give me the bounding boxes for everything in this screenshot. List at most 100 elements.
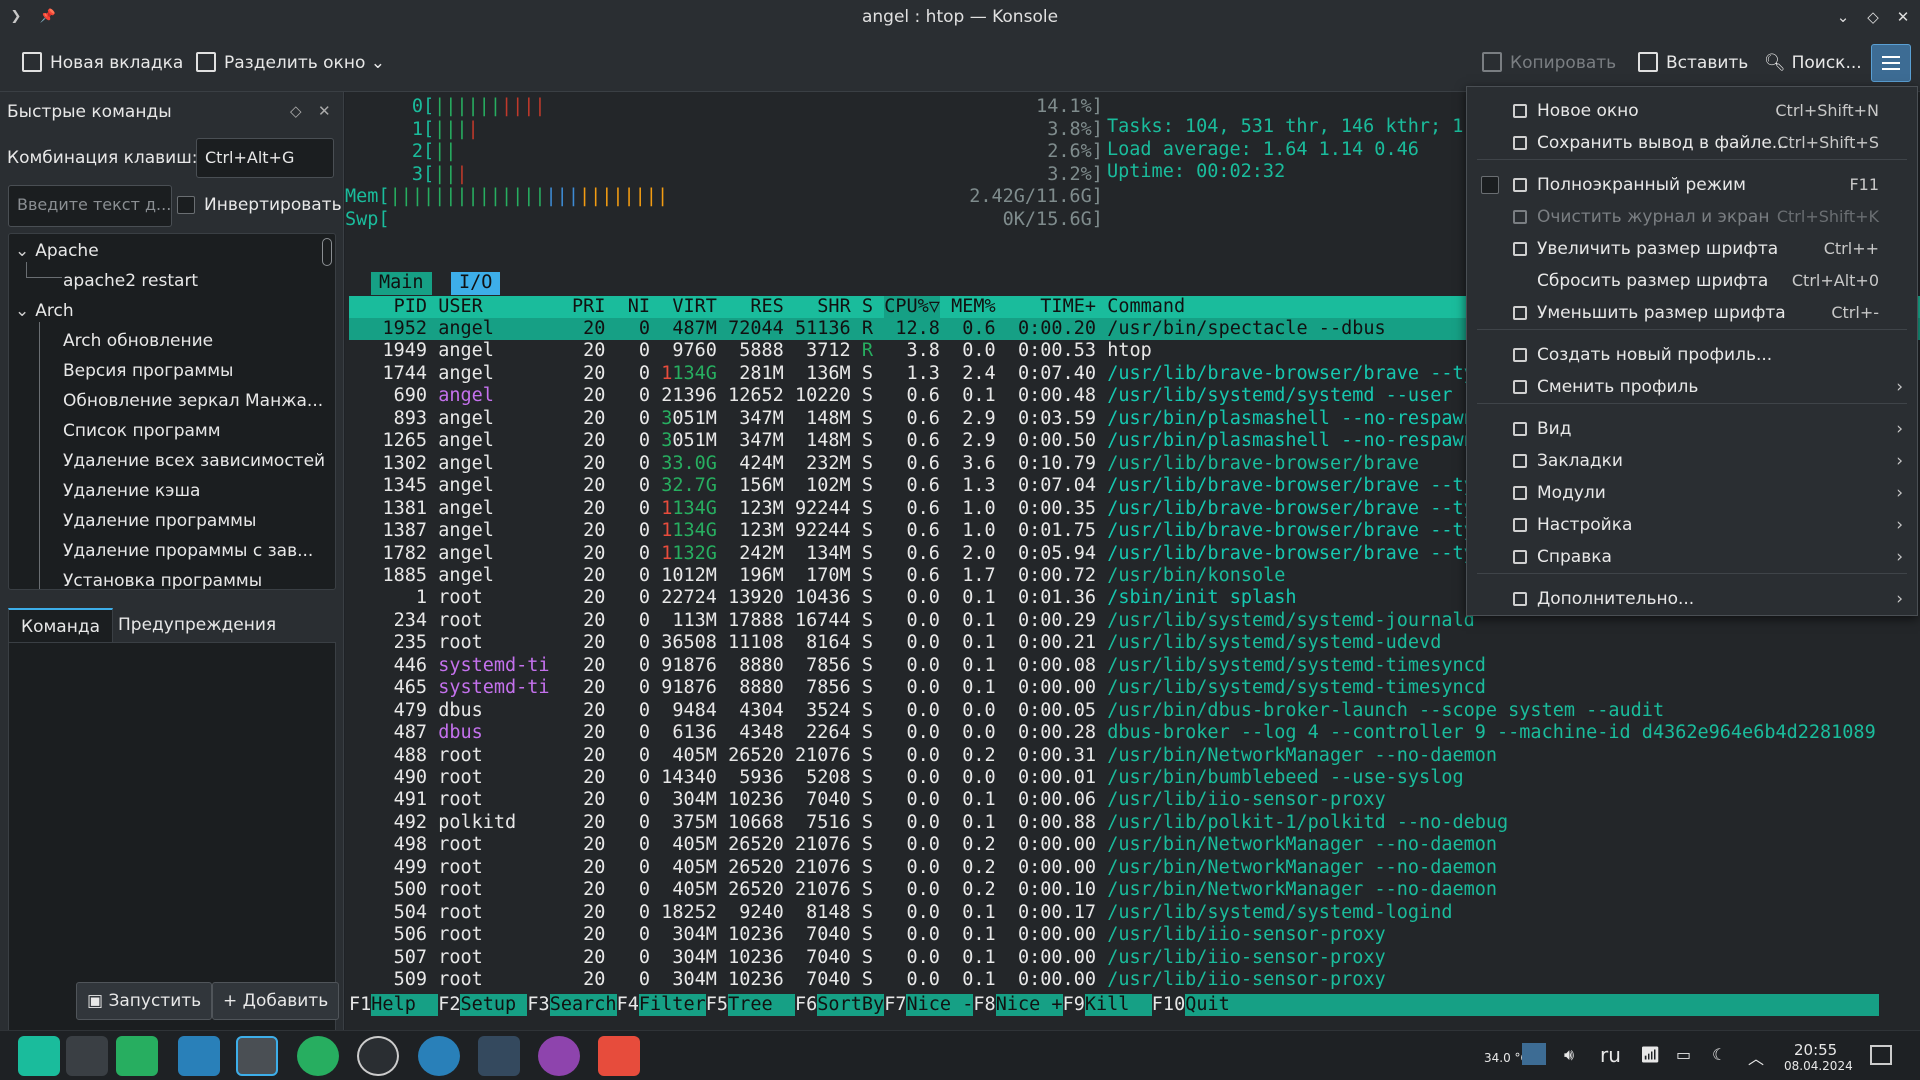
tree-item[interactable]: Удаление программы: [63, 506, 256, 536]
column-header[interactable]: CPU%▽: [884, 296, 940, 319]
tree-item[interactable]: Удаление всех зависимостей: [63, 446, 325, 476]
column-header[interactable]: NI: [628, 296, 650, 319]
column-header[interactable]: VIRT: [672, 296, 717, 319]
file-manager-icon[interactable]: [178, 1036, 220, 1076]
filter-input[interactable]: Введите текст д...: [8, 185, 172, 227]
tree-item[interactable]: Удаление кэша: [63, 476, 200, 506]
menu-item[interactable]: Модули ›: [1467, 477, 1917, 509]
brave-browser-icon[interactable]: [598, 1036, 640, 1076]
fullscreen-checkbox[interactable]: [1481, 176, 1499, 194]
tree-item[interactable]: Удаление прораммы с зав...: [63, 536, 313, 566]
fkey-label[interactable]: Filter: [639, 994, 706, 1017]
menu-item[interactable]: Дополнительно... ›: [1467, 583, 1917, 615]
split-view-button[interactable]: Разделить окно ⌄: [196, 47, 385, 79]
desktop-pager-icon[interactable]: [1522, 1043, 1546, 1065]
fkey-label[interactable]: Help: [371, 994, 438, 1017]
close-button[interactable]: ✕: [1892, 6, 1914, 28]
wifi-icon[interactable]: 📶︎: [1640, 1045, 1660, 1064]
night-mode-icon[interactable]: ☾: [1712, 1045, 1726, 1064]
column-header[interactable]: PRI: [572, 296, 605, 319]
tab-warnings[interactable]: Предупреждения: [106, 608, 288, 642]
tree-item[interactable]: Версия программы: [63, 356, 233, 386]
column-header[interactable]: USER: [438, 296, 483, 319]
maximize-button[interactable]: ◇: [1862, 6, 1884, 28]
fkey-label[interactable]: Setup: [461, 994, 528, 1017]
thunderbird-icon[interactable]: [418, 1036, 460, 1076]
clock-date[interactable]: 08.04.2024: [1784, 1059, 1853, 1073]
menu-item[interactable]: Полноэкранный режим F11: [1467, 169, 1917, 201]
fkey-f5[interactable]: F5: [705, 994, 729, 1017]
fkey-label[interactable]: SortBy: [817, 994, 884, 1017]
screenshot-app-icon[interactable]: [478, 1036, 520, 1076]
tree-group-arch[interactable]: ⌄ Arch: [15, 296, 74, 326]
fkey-label[interactable]: Search: [550, 994, 617, 1017]
minimize-button[interactable]: ⌄: [1832, 6, 1854, 28]
tab-command[interactable]: Команда: [8, 608, 113, 642]
tree-scrollbar[interactable]: [322, 238, 332, 266]
menu-item[interactable]: Вид ›: [1467, 413, 1917, 445]
fkey-f2[interactable]: F2: [438, 994, 461, 1017]
user-app-icon[interactable]: [116, 1036, 158, 1076]
fkey-f10[interactable]: F10: [1151, 994, 1186, 1017]
hamburger-menu-button[interactable]: [1871, 44, 1911, 82]
fkey-f8[interactable]: F8: [973, 994, 996, 1017]
tree-item[interactable]: apache2 restart: [63, 266, 198, 296]
invert-checkbox[interactable]: [177, 196, 195, 214]
fkey-f3[interactable]: F3: [527, 994, 550, 1017]
menu-item[interactable]: Сохранить вывод в файле... Ctrl+Shift+S: [1467, 127, 1917, 159]
fkey-label[interactable]: Quit: [1185, 994, 1230, 1017]
run-button[interactable]: ▣ Запустить: [76, 982, 213, 1020]
htop-tab-io[interactable]: I/O: [451, 272, 501, 295]
system-monitor-icon[interactable]: [66, 1036, 108, 1076]
menu-item[interactable]: Сменить профиль ›: [1467, 371, 1917, 403]
volume-icon[interactable]: 🔊︎: [1564, 1045, 1574, 1065]
fkey-f6[interactable]: F6: [795, 994, 818, 1017]
obs-icon[interactable]: [357, 1036, 399, 1076]
search-button[interactable]: 🔍︎ Поиск...: [1764, 47, 1862, 79]
fkey-f9[interactable]: F9: [1062, 994, 1085, 1017]
new-tab-button[interactable]: Новая вкладка: [22, 47, 183, 79]
column-header[interactable]: MEM%: [951, 296, 996, 319]
tree-item[interactable]: Обновление зеркал Манжа...: [63, 386, 323, 416]
fkey-label[interactable]: Tree: [728, 994, 795, 1017]
tree-item[interactable]: Arch обновление: [63, 326, 213, 356]
menu-item[interactable]: Увеличить размер шрифта Ctrl++: [1467, 233, 1917, 265]
app-launcher-icon[interactable]: [18, 1036, 60, 1076]
tray-expand-icon[interactable]: ︿: [1748, 1045, 1764, 1069]
show-desktop-icon[interactable]: [1870, 1045, 1892, 1065]
fkey-f7[interactable]: F7: [884, 994, 907, 1017]
menu-item[interactable]: Новое окно Ctrl+Shift+N: [1467, 95, 1917, 127]
menu-item[interactable]: Создать новый профиль...: [1467, 339, 1917, 371]
column-header[interactable]: Command: [1107, 296, 1185, 319]
column-header[interactable]: S: [862, 296, 873, 319]
menu-item[interactable]: Уменьшить размер шрифта Ctrl+-: [1467, 297, 1917, 329]
fkey-label[interactable]: Kill: [1085, 994, 1152, 1017]
tree-item[interactable]: Список программ: [63, 416, 221, 446]
battery-icon[interactable]: ▭: [1676, 1045, 1691, 1064]
column-header[interactable]: TIME+: [1040, 296, 1096, 319]
htop-tab-main[interactable]: Main: [371, 272, 432, 295]
menu-item[interactable]: Очистить журнал и экран Ctrl+Shift+K: [1467, 201, 1917, 233]
tree-item[interactable]: Установка программы: [63, 566, 262, 589]
float-panel-icon[interactable]: ◇: [290, 102, 302, 120]
keyboard-layout[interactable]: ru: [1600, 1043, 1621, 1067]
column-header[interactable]: RES: [750, 296, 783, 319]
media-player-icon[interactable]: [538, 1036, 580, 1076]
konsole-taskbar-icon[interactable]: [236, 1036, 278, 1076]
fkey-label[interactable]: Nice -: [907, 994, 974, 1017]
add-button[interactable]: + Добавить: [212, 982, 340, 1020]
download-app-icon[interactable]: [297, 1036, 339, 1076]
fkey-f1[interactable]: F1: [349, 994, 372, 1017]
menu-item[interactable]: Сбросить размер шрифта Ctrl+Alt+0: [1467, 265, 1917, 297]
menu-item[interactable]: Настройка ›: [1467, 509, 1917, 541]
column-header[interactable]: SHR: [817, 296, 850, 319]
shortcut-field[interactable]: Ctrl+Alt+G: [196, 138, 334, 178]
close-panel-icon[interactable]: ✕: [318, 102, 331, 120]
paste-button[interactable]: Вставить: [1638, 47, 1748, 79]
tree-group-apache[interactable]: ⌄ Apache: [15, 236, 99, 266]
copy-button[interactable]: Копировать: [1482, 47, 1616, 79]
fkey-label[interactable]: Nice +: [996, 994, 1063, 1017]
fkey-f4[interactable]: F4: [616, 994, 639, 1017]
menu-item[interactable]: Справка ›: [1467, 541, 1917, 573]
column-header[interactable]: PID: [394, 296, 427, 319]
